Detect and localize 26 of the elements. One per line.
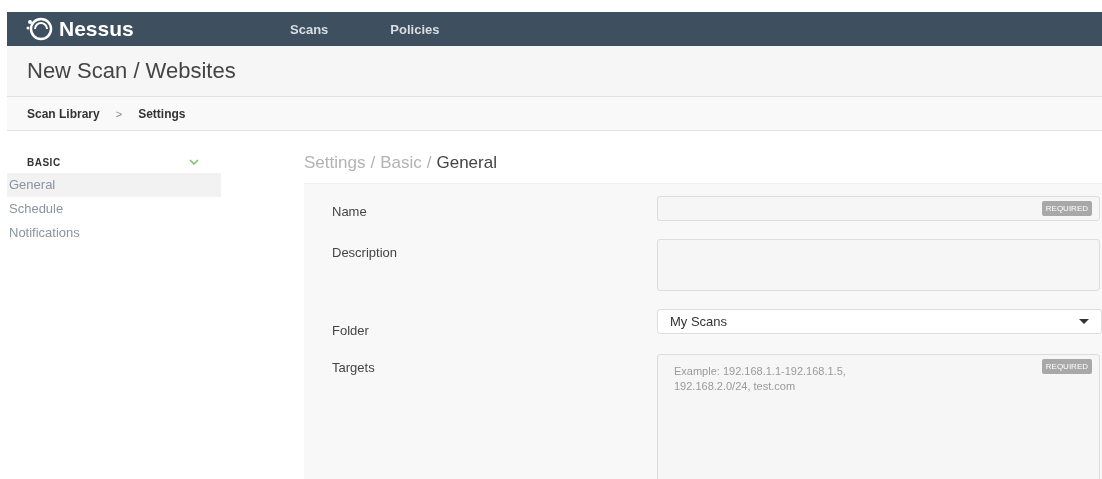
breadcrumb-link[interactable]: Scan Library [27, 106, 100, 121]
path-item: Basic [380, 153, 422, 173]
required-badge: REQUIRED [1041, 201, 1092, 216]
breadcrumb-separator: > [115, 107, 123, 120]
logo-icon [25, 17, 55, 41]
nav-link[interactable]: Policies [390, 21, 440, 37]
caret-icon [1079, 319, 1089, 324]
chevron-icon[interactable] [189, 159, 199, 165]
page-title: New Scan / Websites [27, 58, 236, 84]
brand-name: Nessus [59, 17, 134, 41]
field-label: Name [331, 203, 368, 221]
description-field[interactable] [657, 239, 1100, 291]
field-label: Targets [331, 359, 376, 377]
path-separator: / [426, 153, 432, 173]
path-item: Settings [304, 153, 366, 173]
sidebar-item[interactable]: Schedule [7, 197, 221, 221]
field-label: Folder [331, 322, 370, 338]
field-label: Description [331, 244, 399, 262]
nav-link[interactable]: Scans [290, 21, 329, 37]
sidebar-item[interactable]: Notifications [7, 221, 221, 245]
breadcrumb-link[interactable]: Settings [138, 106, 186, 121]
path-item: General [436, 153, 497, 173]
required-badge: REQUIRED [1041, 359, 1092, 374]
path-separator: / [370, 153, 376, 173]
folder-dropdown[interactable]: My Scans [657, 309, 1102, 334]
section-title: BASIC [27, 156, 61, 168]
